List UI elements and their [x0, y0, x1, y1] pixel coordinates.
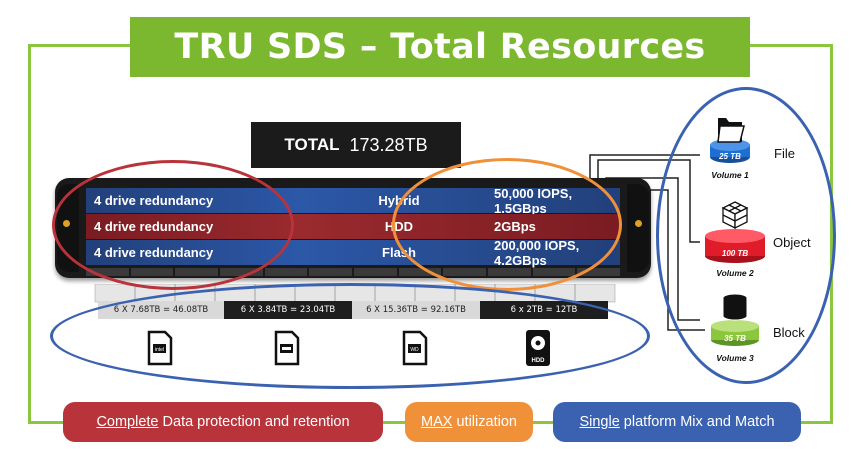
pill-text: utilization [452, 414, 517, 430]
redundancy-highlight-ellipse [52, 160, 294, 290]
pill-text: Data protection and retention [158, 414, 350, 430]
pill-emphasis: Complete [96, 414, 159, 430]
pill-emphasis: Single [579, 414, 620, 430]
pill-data-protection: Complete Data protection and retention [63, 402, 383, 442]
pill-text: platform Mix and Match [619, 414, 775, 430]
server-ear-right [627, 184, 649, 272]
pill-single-platform: Single platform Mix and Match [553, 402, 801, 442]
pill-max-utilization: MAX utilization [405, 402, 533, 442]
status-led [635, 220, 642, 227]
pill-emphasis: MAX [421, 414, 453, 430]
drives-highlight-ellipse [50, 283, 650, 389]
performance-highlight-ellipse [392, 158, 622, 291]
volumes-highlight-ellipse [656, 87, 836, 384]
